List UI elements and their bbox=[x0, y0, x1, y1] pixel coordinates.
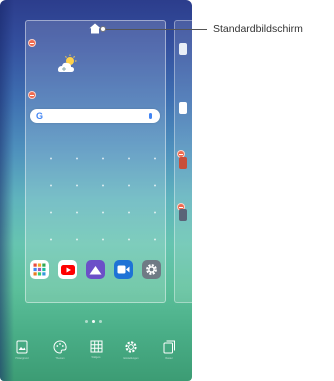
empty-grid bbox=[30, 140, 160, 250]
themes-button[interactable]: Themen bbox=[46, 340, 74, 376]
widgets-button[interactable]: Widgets bbox=[82, 340, 110, 376]
youtube-icon[interactable] bbox=[58, 260, 77, 279]
apps-grid-icon[interactable] bbox=[30, 260, 49, 279]
menu-label: Themen bbox=[55, 357, 65, 360]
gallery-icon[interactable] bbox=[86, 260, 105, 279]
widgets-icon bbox=[90, 340, 102, 353]
video-camera-icon[interactable] bbox=[114, 260, 133, 279]
theme-icon bbox=[53, 340, 67, 354]
app-icon[interactable] bbox=[179, 157, 187, 169]
callout-marker bbox=[100, 26, 106, 32]
wallpaper-button[interactable]: Hintergrund bbox=[8, 340, 36, 376]
wallpaper-icon bbox=[16, 340, 28, 354]
remove-badge-icon[interactable] bbox=[28, 91, 36, 99]
settings-icon[interactable] bbox=[142, 260, 161, 279]
callout-label: Standardbildschirm bbox=[213, 23, 303, 35]
app-icon[interactable] bbox=[179, 43, 187, 55]
settings-gear-icon bbox=[125, 341, 137, 353]
menu-label: Raster bbox=[165, 357, 173, 360]
google-logo-icon: G bbox=[36, 111, 44, 121]
home-settings-button[interactable]: Einstellungen bbox=[117, 340, 145, 376]
menu-label: Widgets bbox=[91, 356, 101, 359]
screen-grid-icon bbox=[163, 340, 175, 354]
google-search-bar[interactable]: G bbox=[30, 109, 160, 123]
mic-icon[interactable] bbox=[149, 113, 152, 119]
app-dock bbox=[30, 260, 161, 280]
phone-screen: G Hintergrund Themen Widgets Einstellung… bbox=[0, 0, 192, 381]
menu-label: Einstellungen bbox=[123, 357, 139, 360]
menu-label: Hintergrund bbox=[15, 357, 29, 360]
screen-grid-button[interactable]: Raster bbox=[155, 340, 183, 376]
remove-badge-icon[interactable] bbox=[28, 39, 36, 47]
weather-widget-icon[interactable] bbox=[55, 54, 79, 74]
app-icon[interactable] bbox=[179, 102, 187, 114]
page-indicator bbox=[85, 320, 109, 324]
callout-line bbox=[103, 29, 207, 30]
app-icon[interactable] bbox=[179, 209, 187, 221]
